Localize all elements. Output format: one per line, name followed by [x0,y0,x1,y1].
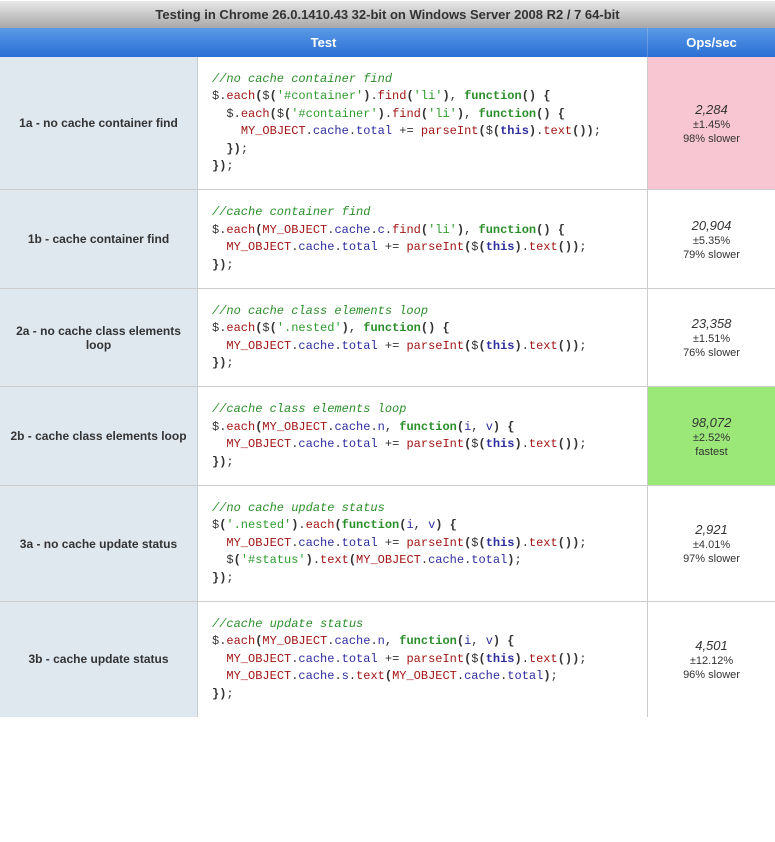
ops-error: ±12.12% [690,655,733,667]
table-row: 1a - no cache container find//no cache c… [0,57,775,190]
ops-rank: 97% slower [683,553,740,565]
test-code: //no cache update status $('.nested').ea… [198,486,648,601]
ops-error: ±2.52% [693,432,730,444]
ops-cell: 23,358 ±1.51% 76% slower [648,289,775,387]
ops-value: 98,072 [692,415,732,430]
code-block: //no cache container find $.each($('#con… [212,71,639,175]
ops-value: 2,284 [695,102,728,117]
test-label: 3a - no cache update status [0,486,198,601]
header-ops: Ops/sec [648,28,775,57]
ops-value: 4,501 [695,638,728,653]
ops-error: ±5.35% [693,235,730,247]
ops-error: ±1.51% [693,333,730,345]
table-header: Test Ops/sec [0,28,775,57]
test-code: //no cache container find $.each($('#con… [198,57,648,189]
test-code: //cache update status $.each(MY_OBJECT.c… [198,602,648,717]
benchmark-table: Testing in Chrome 26.0.1410.43 32-bit on… [0,0,775,717]
code-block: //no cache update status $('.nested').ea… [212,500,639,587]
ops-rank: 76% slower [683,347,740,359]
code-block: //cache container find $.each(MY_OBJECT.… [212,204,639,274]
table-row: 1b - cache container find//cache contain… [0,190,775,289]
test-label: 1b - cache container find [0,190,198,288]
test-code: //cache class elements loop $.each(MY_OB… [198,387,648,485]
code-block: //cache update status $.each(MY_OBJECT.c… [212,616,639,703]
table-row: 2a - no cache class elements loop//no ca… [0,289,775,388]
ops-value: 20,904 [692,218,732,233]
test-label: 2b - cache class elements loop [0,387,198,485]
table-row: 3b - cache update status//cache update s… [0,602,775,717]
ops-rank: 98% slower [683,133,740,145]
ops-error: ±4.01% [693,539,730,551]
ops-rank: fastest [695,446,727,458]
page-title: Testing in Chrome 26.0.1410.43 32-bit on… [0,0,775,28]
code-block: //no cache class elements loop $.each($(… [212,303,639,373]
test-code: //no cache class elements loop $.each($(… [198,289,648,387]
ops-value: 2,921 [695,522,728,537]
ops-cell: 4,501 ±12.12% 96% slower [648,602,775,717]
table-row: 3a - no cache update status//no cache up… [0,486,775,602]
ops-cell: 2,284 ±1.45% 98% slower [648,57,775,189]
test-label: 2a - no cache class elements loop [0,289,198,387]
ops-error: ±1.45% [693,119,730,131]
header-test: Test [0,28,648,57]
test-label: 1a - no cache container find [0,57,198,189]
test-code: //cache container find $.each(MY_OBJECT.… [198,190,648,288]
ops-value: 23,358 [692,316,732,331]
ops-rank: 79% slower [683,249,740,261]
table-row: 2b - cache class elements loop//cache cl… [0,387,775,486]
code-block: //cache class elements loop $.each(MY_OB… [212,401,639,471]
ops-cell: 20,904 ±5.35% 79% slower [648,190,775,288]
table-body: 1a - no cache container find//no cache c… [0,57,775,717]
ops-cell: 98,072 ±2.52% fastest [648,387,775,485]
test-label: 3b - cache update status [0,602,198,717]
ops-cell: 2,921 ±4.01% 97% slower [648,486,775,601]
ops-rank: 96% slower [683,669,740,681]
